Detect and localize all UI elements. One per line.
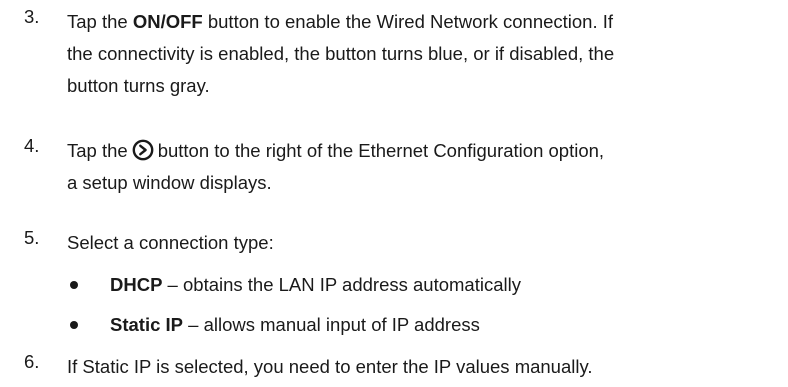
step-number: 6. (24, 351, 40, 372)
bullet-text: Static IP – allows manual input of IP ad… (110, 310, 480, 340)
step-line: Tap the button to the right of the Ethern… (67, 135, 772, 167)
step-number: 5. (24, 227, 40, 248)
text-segment: Tap the (67, 11, 133, 32)
bullet-icon (70, 321, 78, 329)
bullet-desc: – obtains the LAN IP address automatical… (162, 274, 521, 295)
text-segment: button to enable the Wired Network conne… (202, 11, 614, 32)
instruction-document: 3. Tap the ON/OFF button to enable the W… (0, 0, 788, 387)
bullet-icon (70, 281, 78, 289)
step-text: Tap the ON/OFF button to enable the Wire… (67, 6, 772, 102)
bullet-desc: – allows manual input of IP address (183, 314, 480, 335)
circle-chevron-right-icon (132, 139, 154, 161)
step-text: Tap the button to the right of the Ethern… (67, 135, 772, 199)
step-line: a setup window displays. (67, 172, 272, 193)
text-segment: button to the right of the Ethernet Conf… (157, 140, 605, 161)
step-line: Tap the ON/OFF button to enable the Wire… (67, 6, 772, 38)
step-text: If Static IP is selected, you need to en… (67, 351, 772, 383)
step-line: If Static IP is selected, you need to en… (67, 356, 593, 377)
onoff-term: ON/OFF (132, 11, 203, 32)
bullet-term: DHCP (110, 274, 163, 295)
text-segment: Tap the (67, 140, 128, 161)
step-line: Select a connection type: (67, 232, 274, 253)
bullet-term: Static IP (110, 314, 183, 335)
step-number: 3. (24, 6, 40, 27)
step-line: button turns gray. (67, 75, 210, 96)
step-line: the connectivity is enabled, the button … (67, 43, 615, 64)
step-number: 4. (24, 135, 40, 156)
bullet-text: DHCP – obtains the LAN IP address automa… (110, 270, 521, 300)
step-text: Select a connection type: (67, 227, 772, 259)
